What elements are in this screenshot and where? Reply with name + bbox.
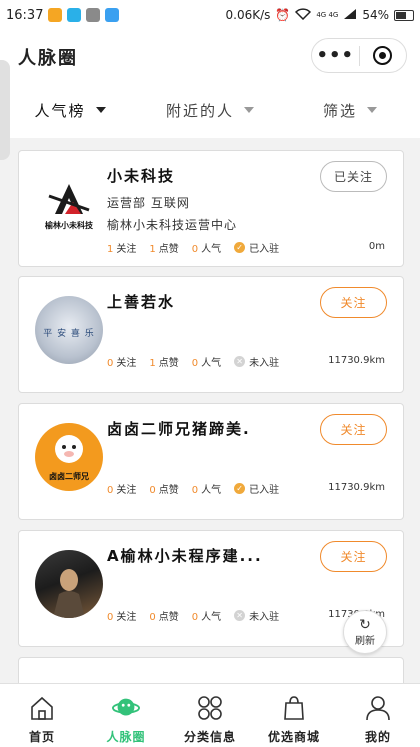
likes-stat: 1 点赞	[149, 244, 179, 255]
followed-button[interactable]: 已关注	[320, 161, 387, 192]
popularity-stat: 0 人气	[191, 485, 222, 496]
popularity-stat: 0 人气	[191, 612, 222, 623]
page-title: 人脉圈	[18, 48, 78, 69]
battery-icon	[394, 9, 414, 21]
contact-name: 上善若水	[107, 293, 176, 311]
status-bar: 16:37 0.06K/s ⏰ 4G 4G 54%	[0, 0, 420, 30]
contact-distance: 11730.9km	[328, 355, 385, 366]
popularity-stat: 0 人气	[191, 244, 222, 255]
tab-label: 我的	[364, 730, 391, 744]
user-icon	[364, 694, 392, 722]
filter-label: 人气榜	[34, 101, 86, 120]
signal-icon	[343, 8, 357, 23]
avatar: 平 安 喜 乐	[35, 296, 103, 364]
follow-button[interactable]: 关注	[320, 414, 387, 445]
contact-card[interactable]: 卤卤二师兄 卤卤二师兄猪蹄美. 0 关注 0 点赞 0 人气 ✓ 已入驻 11730.9…	[18, 403, 404, 520]
tab-label: 人脉圈	[106, 730, 146, 744]
avatar: 卤卤二师兄	[35, 423, 103, 491]
filter-screen[interactable]: 筛选	[280, 82, 420, 138]
contact-distance: 0m	[368, 241, 385, 252]
refresh-label: 刷新	[355, 635, 375, 647]
planet-icon	[112, 694, 140, 722]
tab-home[interactable]: 首页	[0, 684, 84, 747]
more-dots-icon[interactable]: •••	[312, 41, 359, 71]
contact-list: 榆林小未科技 小未科技 运营部 互联网 榆林小未科技运营中心 1 关注 1 点赞 0…	[0, 138, 420, 683]
contact-card[interactable]: 平 安 喜 乐 上善若水 0 关注 1 点赞 0 人气 ✕ 未入驻 11730.9km …	[18, 276, 404, 393]
check-icon: ✓	[234, 242, 246, 253]
grid-icon	[196, 694, 224, 722]
filter-bar: 人气榜 附近的人 筛选	[0, 82, 420, 138]
follows-stat: 1 关注	[107, 244, 137, 255]
tab-categories[interactable]: 分类信息	[168, 684, 252, 747]
target-close-icon	[373, 46, 393, 65]
caret-down-icon	[95, 107, 106, 113]
contact-card[interactable]	[18, 657, 404, 683]
title-bar: 人脉圈 •••	[0, 30, 420, 82]
residency-badge: ✕ 未入驻	[234, 354, 279, 369]
likes-stat: 1 点赞	[149, 358, 179, 369]
follows-stat: 0 关注	[107, 485, 137, 496]
check-icon: ✓	[234, 483, 246, 494]
filter-popularity[interactable]: 人气榜	[0, 82, 140, 138]
contact-stats: 0 关注 0 点赞 0 人气 ✕ 未入驻	[107, 608, 279, 623]
alarm-icon: ⏰	[275, 8, 291, 22]
avatar	[35, 550, 103, 618]
contact-stats: 0 关注 0 点赞 0 人气 ✓ 已入驻	[107, 481, 279, 496]
likes-stat: 0 点赞	[149, 612, 179, 623]
filter-label: 附近的人	[165, 101, 234, 120]
tab-contacts[interactable]: 人脉圈	[84, 684, 168, 747]
tab-profile[interactable]: 我的	[336, 684, 420, 747]
contact-name: 小未科技	[107, 167, 176, 185]
filter-nearby[interactable]: 附近的人	[140, 82, 280, 138]
mini-program-capsule: •••	[311, 38, 407, 73]
follows-stat: 0 关注	[107, 358, 137, 369]
follow-button[interactable]: 关注	[320, 287, 387, 318]
contact-stats: 1 关注 1 点赞 0 人气 ✓ 已入驻	[107, 240, 279, 255]
network-speed: 0.06K/s	[225, 8, 271, 22]
app-notification-icon	[86, 8, 101, 22]
contact-name: 卤卤二师兄猪蹄美.	[107, 420, 251, 438]
cross-icon: ✕	[234, 610, 246, 621]
contact-company: 榆林小未科技运营中心	[107, 218, 238, 232]
home-icon	[28, 694, 56, 722]
contact-department: 运营部 互联网	[107, 196, 190, 210]
bottom-tab-bar: 首页 人脉圈 分类信息 优选商城 我的	[0, 683, 420, 747]
residency-badge: ✓ 已入驻	[234, 240, 279, 255]
app-notification-icon	[48, 8, 63, 22]
filter-label: 筛选	[322, 101, 357, 120]
cross-icon: ✕	[234, 356, 246, 367]
residency-badge: ✓ 已入驻	[234, 481, 279, 496]
tab-label: 分类信息	[183, 730, 236, 744]
follows-stat: 0 关注	[107, 612, 137, 623]
close-button[interactable]	[359, 46, 406, 65]
refresh-button[interactable]: ↻ 刷新	[343, 610, 387, 654]
app-notification-icon	[67, 8, 82, 22]
tab-mall[interactable]: 优选商城	[252, 684, 336, 747]
tab-label: 优选商城	[267, 730, 320, 744]
follow-button[interactable]: 关注	[320, 541, 387, 572]
status-time: 16:37	[6, 7, 44, 23]
shopping-bag-icon	[280, 694, 308, 722]
contact-name: A榆林小未程序建...	[107, 547, 263, 565]
caret-down-icon	[367, 107, 377, 113]
signal-label: 4G 4G	[316, 11, 339, 19]
battery-percent: 54%	[362, 8, 389, 22]
avatar-caption: 榆林小未科技	[45, 221, 93, 230]
caret-down-icon	[244, 107, 254, 113]
likes-stat: 0 点赞	[149, 485, 179, 496]
wifi-icon	[295, 7, 312, 23]
tab-label: 首页	[28, 730, 55, 744]
residency-badge: ✕ 未入驻	[234, 608, 279, 623]
contact-stats: 0 关注 1 点赞 0 人气 ✕ 未入驻	[107, 354, 279, 369]
refresh-icon: ↻	[359, 616, 371, 633]
contact-distance: 11730.9km	[328, 482, 385, 493]
contact-card[interactable]: 榆林小未科技 小未科技 运营部 互联网 榆林小未科技运营中心 1 关注 1 点赞 0…	[18, 150, 404, 267]
app-notification-icon	[105, 8, 120, 22]
popularity-stat: 0 人气	[191, 358, 222, 369]
